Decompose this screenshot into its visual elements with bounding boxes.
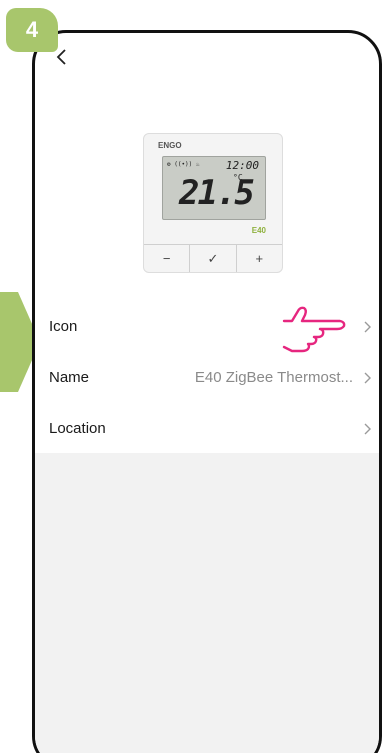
row-label: Icon <box>49 318 78 335</box>
thermostat-image: ENGO ⚙ ((•)) ♨ 12:00 21.5 °C E40 − ✓ + <box>143 133 283 273</box>
display-unit: °C <box>233 173 243 182</box>
display-clock: 12:00 <box>225 159 259 172</box>
empty-area <box>35 453 379 753</box>
device-plus-button: + <box>255 251 264 266</box>
system-navigation-bar <box>35 737 379 753</box>
chevron-right-icon <box>364 423 371 434</box>
row-label: Location <box>49 420 106 437</box>
chevron-right-icon <box>364 321 371 332</box>
device-brand: ENGO <box>158 141 182 150</box>
device-buttons: − ✓ + <box>144 244 282 272</box>
chevron-left-icon <box>56 49 66 65</box>
pointing-hand-icon <box>282 306 346 353</box>
display-status-icons: ⚙ ((•)) ♨ <box>167 161 200 168</box>
row-label: Name <box>49 369 90 386</box>
step-badge: 4 <box>6 8 58 52</box>
settings-row-name[interactable]: Name E40 ZigBee Thermost... <box>35 352 379 403</box>
device-model: E40 <box>251 226 266 235</box>
row-value: E40 ZigBee Thermost... <box>194 369 353 386</box>
phone-frame: ENGO ⚙ ((•)) ♨ 12:00 21.5 °C E40 − ✓ + I… <box>32 30 382 753</box>
device-confirm-button: ✓ <box>190 245 237 272</box>
chevron-right-icon <box>364 372 371 383</box>
settings-row-location[interactable]: Location <box>35 403 379 454</box>
device-display: ⚙ ((•)) ♨ 12:00 21.5 °C <box>162 156 266 220</box>
device-minus-button: − <box>144 245 191 272</box>
